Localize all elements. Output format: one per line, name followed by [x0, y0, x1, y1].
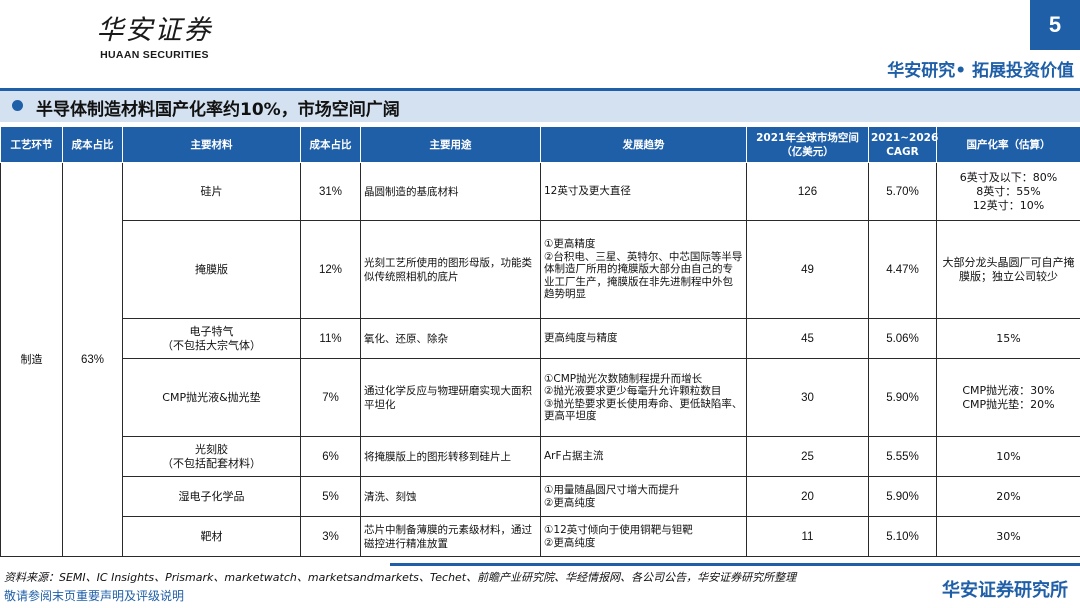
- header-localization: 国产化率（估算）: [936, 126, 1080, 163]
- material-cell: 靶材: [122, 516, 301, 557]
- localization-cell: 10%: [936, 436, 1080, 477]
- localization-cell: 30%: [936, 516, 1080, 557]
- section-title-bar: 半导体制造材料国产化率约10%，市场空间广阔: [0, 88, 1080, 122]
- material-cell: CMP抛光液&抛光垫: [122, 358, 301, 437]
- header-slogan: 华安研究• 拓展投资价值: [887, 61, 1074, 81]
- use-cell: 晶圆制造的基底材料: [360, 162, 541, 221]
- stage-cell: 制造: [0, 162, 63, 557]
- material-cell: 电子特气 （不包括大宗气体）: [122, 318, 301, 359]
- localization-cell: 大部分龙头晶圆厂可自产掩膜版；独立公司较少: [936, 220, 1080, 319]
- material-cell: 掩膜版: [122, 220, 301, 319]
- table-row: 制造 63% 硅片 31% 晶圆制造的基底材料 12英寸及更大直径 126 5.70% 6英寸及…: [0, 162, 1080, 557]
- header-market: 2021年全球市场空间 （亿美元）: [746, 126, 869, 163]
- header-material-share: 成本占比: [300, 126, 361, 163]
- table-header-row: 工艺环节 成本占比 主要材料 成本占比 主要用途 发展趋势 2021年全球市场空…: [0, 126, 1080, 163]
- localization-cell: CMP抛光液：30% CMP抛光垫：20%: [936, 358, 1080, 437]
- page-number: 5: [1030, 0, 1080, 50]
- market-cell: 25: [746, 436, 869, 477]
- trend-cell: ①CMP抛光次数随制程提升而增长 ②抛光液要求更少每毫升允许颗粒数目 ③抛光垫要求更…: [540, 358, 747, 437]
- use-cell: 清洗、刻蚀: [360, 476, 541, 517]
- logo-chinese-name: 华安证券: [96, 15, 213, 46]
- header-stage-share: 成本占比: [62, 126, 123, 163]
- market-cell: 49: [746, 220, 869, 319]
- use-cell: 通过化学反应与物理研磨实现大面积平坦化: [360, 358, 541, 437]
- use-cell: 氧化、还原、除杂: [360, 318, 541, 359]
- header-use: 主要用途: [360, 126, 541, 163]
- share-cell: 7%: [300, 358, 361, 437]
- stage-share-cell: 63%: [62, 162, 123, 557]
- trend-cell: ①用量随晶圆尺寸增大而提升 ②更高纯度: [540, 476, 747, 517]
- table-row: 湿电子化学品 5% 清洗、刻蚀 ①用量随晶圆尺寸增大而提升 ②更高纯度 20 5.90% 20…: [1, 476, 1080, 517]
- trend-cell: 更高纯度与精度: [540, 318, 747, 359]
- localization-cell: 6英寸及以下：80% 8英寸：55% 12英寸：10%: [936, 162, 1080, 221]
- material-cell: 湿电子化学品: [122, 476, 301, 517]
- trend-cell: ①更高精度 ②台积电、三星、英特尔、中芯国际等半导体制造厂所用的掩膜版大部分由自己…: [540, 220, 747, 319]
- share-cell: 5%: [300, 476, 361, 517]
- table-row: 光刻胶 （不包括配套材料） 6% 将掩膜版上的图形转移到硅片上 ArF占据主流 25 5.5…: [1, 436, 1080, 477]
- localization-cell: 15%: [936, 318, 1080, 359]
- cagr-cell: 4.47%: [868, 220, 937, 319]
- header-trend: 发展趋势: [540, 126, 747, 163]
- header-cagr-line2: CAGR: [886, 145, 919, 158]
- header-cagr: 2021~2026 CAGR: [868, 126, 939, 163]
- table-row: 靶材 3% 芯片中制备薄膜的元素级材料，通过磁控进行精准放置 ①12英寸倾向于使用铜靶…: [1, 516, 1080, 557]
- table-row: 电子特气 （不包括大宗气体） 11% 氧化、还原、除杂 更高纯度与精度 45 5.06% 15…: [1, 318, 1080, 359]
- trend-cell: 12英寸及更大直径: [540, 162, 747, 221]
- header-market-line2: （亿美元）: [781, 145, 834, 158]
- header-market-line1: 2021年全球市场空间: [756, 131, 859, 144]
- share-cell: 11%: [300, 318, 361, 359]
- cagr-cell: 5.70%: [868, 162, 937, 221]
- material-cell: 硅片: [122, 162, 301, 221]
- cagr-cell: 5.55%: [868, 436, 937, 477]
- trend-cell: ArF占据主流: [540, 436, 747, 477]
- use-cell: 芯片中制备薄膜的元素级材料，通过磁控进行精准放置: [360, 516, 541, 557]
- market-cell: 20: [746, 476, 869, 517]
- table-row: 掩膜版 12% 光刻工艺所使用的图形母版，功能类似传统照相机的底片 ①更高精度 ②台积电…: [1, 220, 1080, 319]
- header-cagr-line1: 2021~2026: [871, 131, 939, 144]
- cagr-cell: 5.90%: [868, 476, 937, 517]
- use-cell: 光刻工艺所使用的图形母版，功能类似传统照相机的底片: [360, 220, 541, 319]
- localization-cell: 20%: [936, 476, 1080, 517]
- market-cell: 126: [746, 162, 869, 221]
- cagr-cell: 5.06%: [868, 318, 937, 359]
- header-material: 主要材料: [122, 126, 301, 163]
- header-stage: 工艺环节: [0, 126, 63, 163]
- materials-table: 工艺环节 成本占比 主要材料 成本占比 主要用途 发展趋势 2021年全球市场空…: [0, 126, 1080, 557]
- cagr-cell: 5.90%: [868, 358, 937, 437]
- table-row: CMP抛光液&抛光垫 7% 通过化学反应与物理研磨实现大面积平坦化 ①CMP抛光次数随…: [1, 358, 1080, 437]
- footer-divider: [390, 563, 1080, 566]
- cagr-cell: 5.10%: [868, 516, 937, 557]
- market-cell: 30: [746, 358, 869, 437]
- market-cell: 11: [746, 516, 869, 557]
- material-cell: 光刻胶 （不包括配套材料）: [122, 436, 301, 477]
- section-title: 半导体制造材料国产化率约10%，市场空间广阔: [36, 100, 400, 120]
- share-cell: 6%: [300, 436, 361, 477]
- share-cell: 31%: [300, 162, 361, 221]
- share-cell: 3%: [300, 516, 361, 557]
- market-cell: 45: [746, 318, 869, 359]
- logo-english-name: HUAAN SECURITIES: [100, 49, 209, 61]
- footer-brand: 华安证券研究所: [942, 580, 1068, 601]
- use-cell: 将掩膜版上的图形转移到硅片上: [360, 436, 541, 477]
- bullet-icon: [12, 100, 23, 111]
- source-note: 资料来源：SEMI、IC Insights、Prismark、marketwat…: [4, 571, 797, 584]
- disclaimer-link[interactable]: 敬请参阅末页重要声明及评级说明: [4, 587, 184, 604]
- share-cell: 12%: [300, 220, 361, 319]
- company-logo: 华安证券 HUAAN SECURITIES: [92, 14, 217, 61]
- trend-cell: ①12英寸倾向于使用铜靶与钽靶 ②更高纯度: [540, 516, 747, 557]
